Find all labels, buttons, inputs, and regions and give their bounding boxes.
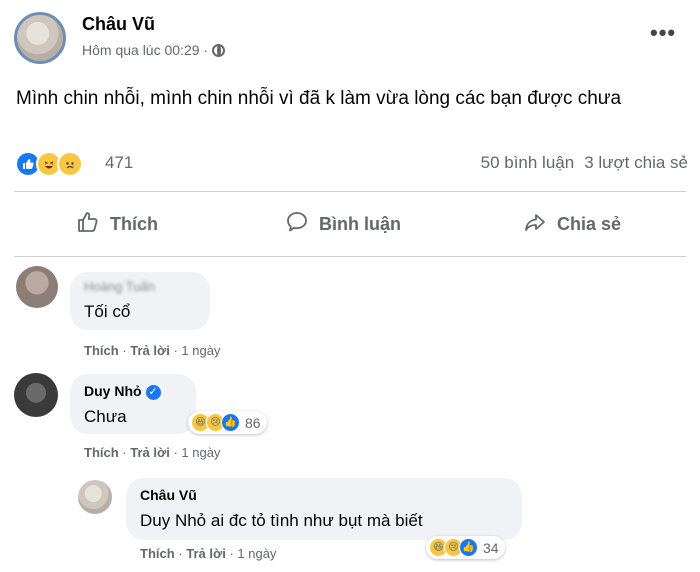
commenter-name[interactable]: Hoàng Tuấn	[84, 279, 155, 294]
comment-count-link[interactable]: 50 bình luận	[481, 153, 575, 173]
reply-reactions[interactable]: 😆 😢 👍 34	[426, 536, 505, 559]
commenter-name[interactable]: Duy Nhỏ	[84, 383, 142, 399]
reaction-summary[interactable]	[15, 151, 83, 177]
comment-text: Tối cổ	[84, 302, 131, 321]
reply-reply-link[interactable]: Trả lời	[186, 546, 226, 561]
comment-like-link[interactable]: Thích	[84, 445, 119, 460]
like-button[interactable]: Thích	[76, 210, 158, 239]
like-icon: 👍	[459, 538, 478, 557]
reply-bubble: Châu Vũ Duy Nhỏ ai đc tỏ tình như bụt mà…	[126, 478, 522, 540]
comment-age[interactable]: · 1 ngày	[173, 445, 220, 460]
commenter-avatar[interactable]	[16, 266, 58, 308]
more-options-button[interactable]: •••	[650, 20, 676, 46]
comment-age[interactable]: · 1 ngày	[173, 343, 220, 358]
comment-label: Bình luận	[319, 214, 401, 234]
post-author-name[interactable]: Châu Vũ	[82, 14, 155, 35]
thumbs-up-icon	[76, 210, 100, 239]
comment-reactions[interactable]: 😆 😢 👍 86	[188, 411, 267, 434]
comment-reply-link[interactable]: Trả lời	[130, 445, 170, 460]
commenter-avatar[interactable]	[14, 373, 58, 417]
share-label: Chia sẻ	[557, 214, 622, 234]
globe-icon	[212, 43, 226, 57]
reply-reaction-count: 34	[483, 539, 499, 556]
post-stats: 50 bình luận 3 lượt chia sẻ	[481, 153, 688, 173]
like-icon: 👍	[221, 413, 240, 432]
post-timestamp[interactable]: Hôm qua lúc 00:29 ·	[82, 42, 208, 58]
post-meta: Hôm qua lúc 00:29 ·	[82, 42, 226, 58]
comment-reaction-count: 86	[245, 414, 261, 431]
divider	[14, 191, 686, 192]
reply-actions: Thích · Trả lời · 1 ngày	[140, 546, 277, 561]
comment-icon	[285, 210, 309, 239]
share-count-link[interactable]: 3 lượt chia sẻ	[584, 153, 688, 173]
divider	[14, 256, 686, 257]
post-text: Mình chin nhỗi, mình chin nhỗi vì đã k l…	[16, 88, 622, 109]
reply-author-name[interactable]: Châu Vũ	[140, 487, 197, 503]
reply-like-link[interactable]: Thích	[140, 546, 175, 561]
like-label: Thích	[110, 214, 158, 234]
comment-button[interactable]: Bình luận	[285, 210, 401, 239]
verified-badge-icon: ✓	[145, 384, 161, 400]
comment-reply-link[interactable]: Trả lời	[130, 343, 170, 358]
comment-bubble: Hoàng Tuấn Tối cổ	[70, 272, 210, 330]
reply-age[interactable]: · 1 ngày	[229, 546, 276, 561]
comment-actions: Thích · Trả lời · 1 ngày	[84, 445, 221, 460]
commenter-name-row: Duy Nhỏ ✓	[84, 383, 161, 400]
reply-author-avatar[interactable]	[78, 480, 112, 514]
comment-text: Chưa	[84, 407, 127, 426]
author-avatar[interactable]	[14, 12, 66, 64]
comment-like-link[interactable]: Thích	[84, 343, 119, 358]
comment-actions: Thích · Trả lời · 1 ngày	[84, 343, 221, 358]
share-button[interactable]: Chia sẻ	[523, 210, 621, 239]
reply-text: Duy Nhỏ ai đc tỏ tình như bụt mà biết	[140, 511, 423, 530]
sad-icon	[57, 151, 83, 177]
reaction-count[interactable]: 471	[105, 153, 133, 173]
share-icon	[523, 210, 547, 239]
comment-bubble: Duy Nhỏ ✓ Chưa	[70, 374, 196, 434]
